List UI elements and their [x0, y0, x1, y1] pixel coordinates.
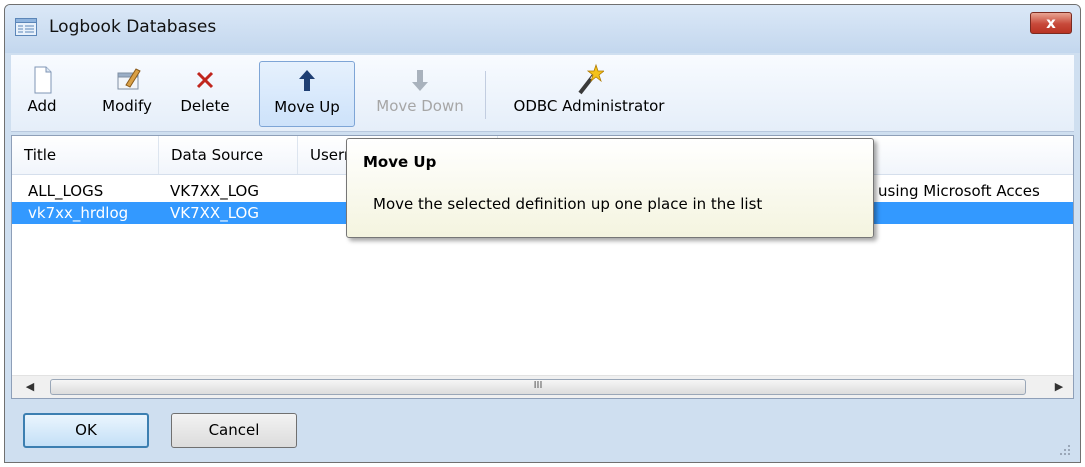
move-up-label: Move Up — [274, 98, 340, 116]
delete-icon — [196, 71, 214, 89]
odbc-administrator-label: ODBC Administrator — [513, 97, 665, 115]
row-title: ALL_LOGS — [28, 182, 104, 200]
column-header-data-source[interactable]: Data Source — [159, 136, 298, 174]
tooltip-title: Move Up — [363, 153, 437, 171]
modify-label: Modify — [102, 97, 152, 115]
row-data-source: VK7XX_LOG — [170, 204, 259, 222]
window-title: Logbook Databases — [49, 17, 217, 37]
arrow-up-icon — [299, 70, 315, 91]
column-header-title[interactable]: Title — [12, 136, 159, 174]
add-button[interactable]: Add — [19, 61, 65, 127]
move-down-label: Move Down — [376, 97, 464, 115]
move-up-button[interactable]: Move Up — [259, 61, 355, 127]
magic-wand-icon — [578, 63, 604, 95]
row-data-source: VK7XX_LOG — [170, 182, 259, 200]
add-icon — [34, 66, 52, 94]
delete-button[interactable]: Delete — [173, 61, 237, 127]
close-icon: x — [1046, 14, 1056, 32]
arrow-down-icon — [412, 70, 428, 91]
move-down-button[interactable]: Move Down — [363, 61, 477, 127]
toolbar-separator — [485, 71, 486, 119]
modify-button[interactable]: Modify — [95, 61, 159, 127]
row-description: using Microsoft Acces — [878, 182, 1040, 200]
delete-label: Delete — [180, 97, 230, 115]
modify-icon — [117, 68, 141, 90]
resize-grip-icon[interactable] — [1058, 443, 1072, 457]
close-button[interactable]: x — [1030, 12, 1072, 34]
odbc-administrator-button[interactable]: ODBC Administrator — [495, 61, 683, 127]
add-label: Add — [27, 97, 57, 115]
title-bar: Logbook Databases x — [5, 5, 1080, 53]
dialog-footer: OK Cancel — [11, 401, 1074, 459]
scroll-left-icon[interactable]: ◀ — [20, 376, 40, 398]
ok-button[interactable]: OK — [23, 413, 149, 448]
scrollbar-grip: III — [533, 380, 543, 391]
app-icon — [15, 18, 37, 36]
row-title: vk7xx_hrdlog — [28, 204, 129, 222]
toolbar: Add Modify Delete Move Up Move Down ODBC… — [11, 55, 1074, 132]
tooltip-text: Move the selected definition up one plac… — [373, 195, 763, 213]
scroll-right-icon[interactable]: ▶ — [1049, 376, 1069, 398]
move-up-tooltip: Move Up Move the selected definition up … — [346, 138, 874, 238]
horizontal-scrollbar[interactable]: ◀ III ▶ — [12, 375, 1073, 398]
cancel-button[interactable]: Cancel — [171, 413, 297, 448]
scrollbar-thumb[interactable]: III — [50, 379, 1026, 395]
